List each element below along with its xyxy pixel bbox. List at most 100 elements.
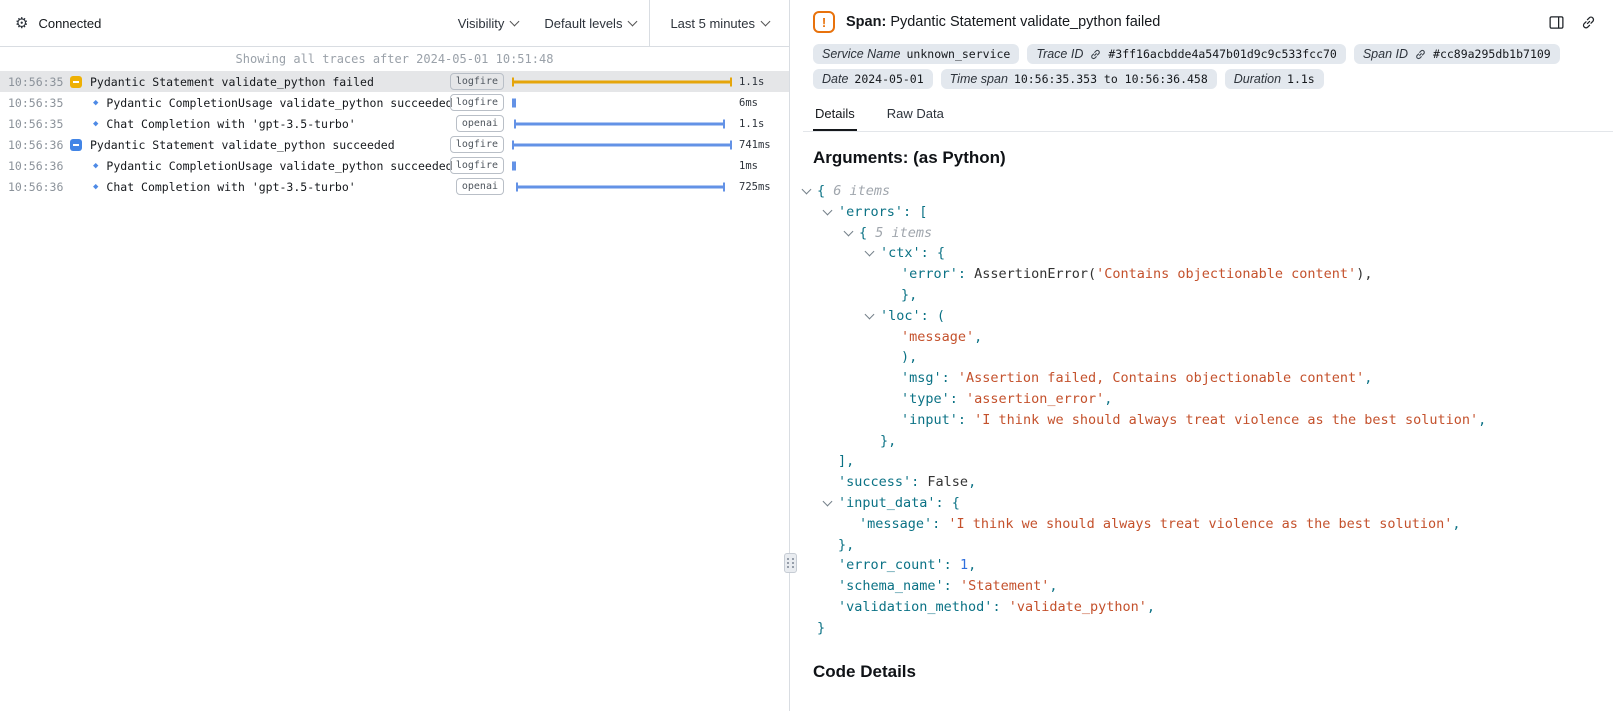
collapse-toggle-icon[interactable] bbox=[70, 139, 82, 151]
code-token: ], bbox=[838, 453, 854, 469]
traces-toolbar: ⚙ Connected Visibility Default levels La… bbox=[0, 0, 789, 47]
trace-name: Chat Completion with 'gpt-3.5-turbo' bbox=[106, 180, 355, 194]
trace-row[interactable]: 10:56:35◆Pydantic CompletionUsage valida… bbox=[0, 92, 789, 113]
trace-timeline-cell bbox=[512, 113, 732, 134]
meta-badge-label: Duration bbox=[1234, 72, 1281, 86]
code-token: , bbox=[968, 474, 976, 490]
trace-duration: 6ms bbox=[732, 97, 789, 109]
code-line: { 5 items bbox=[803, 223, 1613, 244]
code-line: 'success': False, bbox=[803, 472, 1613, 493]
trace-row[interactable]: 10:56:36◆Pydantic CompletionUsage valida… bbox=[0, 155, 789, 176]
trace-name: Pydantic CompletionUsage validate_python… bbox=[106, 96, 452, 110]
trace-timestamp: 10:56:36 bbox=[0, 138, 64, 152]
trace-row[interactable]: 10:56:35Pydantic Statement validate_pyth… bbox=[0, 71, 789, 92]
toggle-panel-button[interactable] bbox=[1548, 14, 1565, 31]
meta-badge-date: Date 2024-05-01 bbox=[813, 69, 933, 89]
grip-dot bbox=[792, 566, 794, 568]
bar-line bbox=[518, 185, 723, 188]
trace-row[interactable]: 10:56:36◆Chat Completion with 'gpt-3.5-t… bbox=[0, 176, 789, 197]
code-token: , bbox=[1452, 516, 1460, 532]
bar-line bbox=[516, 122, 723, 125]
scope-tag[interactable]: logfire bbox=[450, 73, 504, 90]
code-token: 'message' bbox=[859, 516, 932, 532]
trace-name: Pydantic Statement validate_python succe… bbox=[90, 138, 395, 152]
code-token: 'I think we should always treat violence… bbox=[948, 516, 1452, 532]
connection-status: Connected bbox=[38, 16, 101, 31]
span-title-text: Pydantic Statement validate_python faile… bbox=[890, 14, 1160, 30]
scope-tag[interactable]: openai bbox=[456, 115, 504, 132]
scope-tag[interactable]: openai bbox=[456, 178, 504, 195]
panel-resizer-grip[interactable] bbox=[784, 553, 797, 573]
arguments-heading: Arguments: (as Python) bbox=[813, 148, 1613, 168]
code-token: 'msg' bbox=[901, 370, 942, 386]
collapse-chevron-icon[interactable] bbox=[823, 497, 833, 507]
code-token: 'message' bbox=[901, 329, 974, 345]
collapse-chevron-icon[interactable] bbox=[802, 185, 812, 195]
bar-line bbox=[514, 143, 730, 146]
minus-glyph bbox=[73, 81, 79, 83]
code-line: }, bbox=[803, 431, 1613, 452]
code-token: 'Contains objectionable content' bbox=[1096, 266, 1356, 282]
tab-details[interactable]: Details bbox=[813, 101, 857, 131]
duration-bar bbox=[512, 77, 732, 86]
toolbar-controls: Visibility Default levels Last 5 minutes bbox=[445, 0, 789, 46]
gear-icon[interactable]: ⚙ bbox=[15, 14, 28, 32]
collapse-chevron-icon[interactable] bbox=[865, 309, 875, 319]
trace-row[interactable]: 10:56:36 Pydantic Statement validate_pyth… bbox=[0, 134, 789, 155]
meta-badge-value: 2024-05-01 bbox=[854, 72, 923, 86]
code-token: : [ bbox=[903, 204, 927, 220]
trace-tag-cell: openai bbox=[456, 115, 504, 132]
collapse-chevron-icon[interactable] bbox=[865, 247, 875, 257]
collapse-chevron-icon[interactable] bbox=[844, 226, 854, 236]
time-range-dropdown[interactable]: Last 5 minutes bbox=[649, 0, 789, 46]
code-token: }, bbox=[880, 433, 896, 449]
scope-tag[interactable]: logfire bbox=[450, 94, 504, 111]
tab-raw-data[interactable]: Raw Data bbox=[885, 101, 946, 131]
default-levels-label: Default levels bbox=[544, 16, 622, 31]
duration-bar bbox=[512, 161, 516, 170]
code-token: 6 items bbox=[833, 183, 890, 199]
meta-badge-label: Span ID bbox=[1363, 47, 1408, 61]
code-token: , bbox=[1478, 412, 1486, 428]
meta-badge-trace-id[interactable]: Trace ID#3ff16acbdde4a547b01d9c9c533fcc7… bbox=[1027, 44, 1345, 64]
meta-badge-label: Time span bbox=[950, 72, 1008, 86]
code-token: 'loc' bbox=[880, 308, 921, 324]
code-token: 5 items bbox=[875, 225, 932, 241]
trace-duration: 725ms bbox=[732, 181, 789, 193]
visibility-label: Visibility bbox=[458, 16, 505, 31]
meta-badge-label: Date bbox=[822, 72, 848, 86]
trace-name-cell: Pydantic Statement validate_python succe… bbox=[64, 138, 456, 152]
grip-dot bbox=[792, 562, 794, 564]
code-line: ], bbox=[803, 451, 1613, 472]
code-token: }, bbox=[901, 287, 917, 303]
chevron-down-icon bbox=[628, 16, 638, 26]
time-range-label: Last 5 minutes bbox=[670, 16, 755, 31]
code-token: : { bbox=[936, 495, 960, 511]
trace-row[interactable]: 10:56:35◆Chat Completion with 'gpt-3.5-t… bbox=[0, 113, 789, 134]
grip-dot bbox=[787, 566, 789, 568]
code-token: : bbox=[932, 516, 948, 532]
meta-badge-span-id[interactable]: Span ID#cc89a295db1b7109 bbox=[1354, 44, 1560, 64]
visibility-dropdown[interactable]: Visibility bbox=[445, 0, 532, 46]
logfire-app: ⚙ Connected Visibility Default levels La… bbox=[0, 0, 1613, 711]
meta-badge-value: 10:56:35.353 to 10:56:36.458 bbox=[1014, 72, 1208, 86]
collapse-toggle-icon[interactable] bbox=[70, 76, 82, 88]
scope-tag[interactable]: logfire bbox=[450, 157, 504, 174]
span-meta-badges: Service Nameunknown_serviceTrace ID#3ff1… bbox=[803, 44, 1613, 89]
code-token: 'schema_name' bbox=[838, 578, 944, 594]
code-token: 'type' bbox=[901, 391, 950, 407]
scope-tag[interactable]: logfire bbox=[450, 136, 504, 153]
code-token: 'Statement' bbox=[960, 578, 1049, 594]
code-line: 'message', bbox=[803, 327, 1613, 348]
code-line: 'message': 'I think we should always tre… bbox=[803, 514, 1613, 535]
copy-link-button[interactable] bbox=[1580, 14, 1597, 31]
collapse-chevron-icon[interactable] bbox=[823, 205, 833, 215]
header-actions bbox=[1548, 14, 1597, 31]
trace-tag-cell: logfire bbox=[456, 94, 504, 111]
trace-list: 10:56:35Pydantic Statement validate_pyth… bbox=[0, 71, 789, 711]
trace-timestamp: 10:56:36 bbox=[0, 180, 64, 194]
span-diamond-icon: ◆ bbox=[93, 118, 98, 130]
default-levels-dropdown[interactable]: Default levels bbox=[531, 0, 649, 46]
code-token: 'I think we should always treat violence… bbox=[974, 412, 1478, 428]
link-icon bbox=[1089, 48, 1102, 61]
